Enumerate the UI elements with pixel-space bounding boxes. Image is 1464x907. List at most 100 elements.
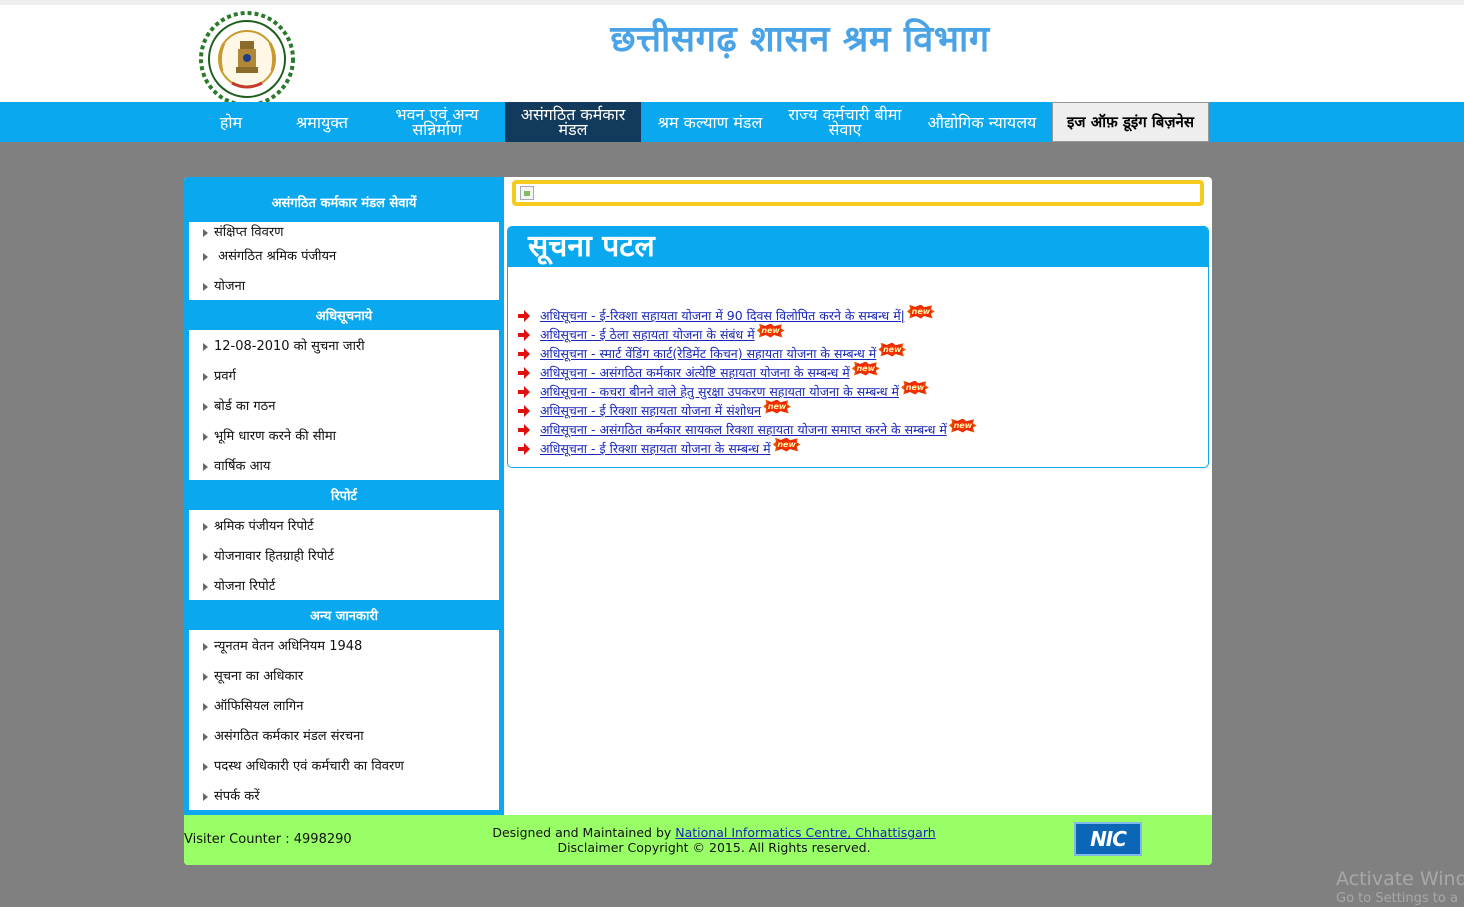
notice-item: अधिसूचना - ई-रिक्शा सहायता योजना में 90 … — [518, 304, 935, 324]
sidebar-heading-other-info: अन्य जानकारी — [309, 609, 379, 624]
nav-employee-insurance[interactable]: राज्य कर्मचारी बीमा सेवाए — [780, 102, 910, 142]
red-arrow-icon — [518, 328, 530, 341]
arrow-icon — [203, 463, 208, 471]
activate-windows-watermark: Activate Windo — [1336, 868, 1464, 890]
sidebar-item-official-login[interactable]: ऑफिसियल लागिन — [203, 696, 303, 714]
sidebar-item-contact[interactable]: संपर्क करें — [203, 786, 260, 804]
sidebar-item-category[interactable]: प्रवर्ग — [203, 366, 236, 384]
sidebar-item-minimum-wages[interactable]: न्यूनतम वेतन अधिनियम 1948 — [203, 636, 362, 654]
new-badge-icon: new — [901, 380, 930, 395]
nav-ease-of-doing-business[interactable]: इज ऑफ़ डूइंग बिज़नेस — [1052, 102, 1209, 142]
new-badge-icon: new — [851, 361, 880, 376]
site-title: छत्तीसगढ़ शासन श्रम विभाग — [610, 19, 990, 60]
red-arrow-icon — [518, 347, 530, 360]
sidebar-item-registration[interactable]: असंगठित श्रमिक पंजीयन — [203, 246, 336, 264]
new-badge-icon: new — [756, 323, 785, 338]
notice-board: सूचना पटल अधिसूचना - ई-रिक्शा सहायता योज… — [507, 226, 1209, 468]
banner-image-frame — [512, 180, 1204, 206]
header: छत्तीसगढ़ शासन श्रम विभाग — [0, 0, 1464, 107]
notice-link[interactable]: अधिसूचना - ई रिक्शा सहायता योजना के सम्ब… — [540, 440, 771, 457]
notice-item: अधिसूचना - असंगठित कर्मकार सायकल रिक्शा … — [518, 418, 977, 438]
arrow-icon — [203, 229, 208, 237]
sidebar-item-annual-income[interactable]: वार्षिक आय — [203, 456, 270, 474]
new-badge-icon: new — [906, 304, 935, 319]
disclaimer-text: Disclaimer Copyright © 2015. All Rights … — [557, 840, 871, 855]
red-arrow-icon — [518, 309, 530, 322]
footer: Visiter Counter : 4998290 Designed and M… — [184, 815, 1212, 865]
arrow-icon — [203, 643, 208, 651]
notice-link[interactable]: अधिसूचना - असंगठित कर्मकार सायकल रिक्शा … — [540, 421, 947, 438]
footer-credits: Designed and Maintained by National Info… — [484, 825, 944, 855]
nav-labour-welfare-board[interactable]: श्रम कल्याण मंडल — [648, 102, 772, 142]
nav-industrial-court[interactable]: औद्योगिक न्यायलय — [918, 102, 1046, 142]
notice-link[interactable]: अधिसूचना - ई-रिक्शा सहायता योजना में 90 … — [540, 307, 905, 324]
sidebar-item-scheme[interactable]: योजना — [203, 276, 245, 294]
sidebar-item-board-formation[interactable]: बोर्ड का गठन — [203, 396, 275, 414]
notice-link[interactable]: अधिसूचना - असंगठित कर्मकार अंत्येष्टि सह… — [540, 364, 850, 381]
sidebar-item-beneficiary-report[interactable]: योजनावार हितग्राही रिपोर्ट — [203, 546, 334, 564]
sidebar-list-services: संक्षिप्त विवरण असंगठित श्रमिक पंजीयन यो… — [189, 222, 499, 300]
red-arrow-icon — [518, 423, 530, 436]
new-badge-icon: new — [878, 342, 907, 357]
sidebar-item-board-structure[interactable]: असंगठित कर्मकार मंडल संरचना — [203, 726, 364, 744]
notice-item: अधिसूचना - ई रिक्शा सहायता योजना के सम्ब… — [518, 437, 801, 457]
arrow-icon — [203, 793, 208, 801]
arrow-icon — [203, 703, 208, 711]
sidebar-list-notifications: 12-08-2010 को सुचना जारी प्रवर्ग बोर्ड क… — [189, 330, 499, 480]
notice-link[interactable]: अधिसूचना - ई ठेला सहायता योजना के संबंध … — [540, 326, 755, 343]
notice-link[interactable]: अधिसूचना - कचरा बीनने वाले हेतु सुरक्षा … — [540, 383, 899, 400]
red-arrow-icon — [518, 442, 530, 455]
arrow-icon — [203, 673, 208, 681]
sidebar-list-reports: श्रमिक पंजीयन रिपोर्ट योजनावार हितग्राही… — [189, 510, 499, 600]
arrow-icon — [203, 763, 208, 771]
main-nav: होम श्रमायुक्त भवन एवं अन्य सन्निर्माण अ… — [0, 102, 1464, 142]
footer-designed-line: Designed and Maintained by National Info… — [484, 825, 944, 840]
state-emblem-icon — [199, 11, 295, 107]
arrow-icon — [203, 433, 208, 441]
notice-board-heading: सूचना पटल — [508, 227, 1208, 267]
sidebar-item-scheme-report[interactable]: योजना रिपोर्ट — [203, 576, 275, 594]
red-arrow-icon — [518, 366, 530, 379]
red-arrow-icon — [518, 404, 530, 417]
arrow-icon — [203, 403, 208, 411]
sidebar-item-notice-2010[interactable]: 12-08-2010 को सुचना जारी — [203, 336, 365, 354]
arrow-icon — [203, 583, 208, 591]
notice-link[interactable]: अधिसूचना - स्मार्ट वेंडिंग कार्ट(रेडिमें… — [540, 345, 876, 362]
new-badge-icon: new — [948, 418, 977, 433]
nic-logo[interactable]: NIC — [1074, 822, 1142, 856]
notice-item: अधिसूचना - असंगठित कर्मकार अंत्येष्टि सह… — [518, 361, 880, 381]
arrow-icon — [203, 343, 208, 351]
sidebar-item-staff-details[interactable]: पदस्थ अधिकारी एवं कर्मचारी का विवरण — [203, 756, 404, 774]
red-arrow-icon — [518, 385, 530, 398]
sidebar: असंगठित कर्मकार मंडल सेवायें संक्षिप्त व… — [184, 177, 504, 815]
notice-item: अधिसूचना - ई रिक्शा सहायता योजना में संश… — [518, 399, 792, 419]
visitor-counter: Visiter Counter : 4998290 — [184, 832, 352, 847]
activate-windows-settings-hint: Go to Settings to a — [1336, 891, 1458, 906]
designed-by-text: Designed and Maintained by — [492, 825, 676, 840]
nav-unorganised-workers-board[interactable]: असंगठित कर्मकार मंडल — [505, 102, 641, 142]
arrow-icon — [203, 283, 208, 291]
nav-home[interactable]: होम — [206, 102, 256, 142]
notice-item: अधिसूचना - स्मार्ट वेंडिंग कार्ट(रेडिमें… — [518, 342, 907, 362]
sidebar-list-other-info: न्यूनतम वेतन अधिनियम 1948 सूचना का अधिका… — [189, 630, 499, 810]
new-badge-icon: new — [763, 399, 792, 414]
sidebar-item-land-limit[interactable]: भूमि धारण करने की सीमा — [203, 426, 336, 444]
sidebar-item-brief[interactable]: संक्षिप्त विवरण — [203, 222, 284, 240]
arrow-icon — [203, 373, 208, 381]
sidebar-heading-services: असंगठित कर्मकार मंडल सेवायें — [271, 196, 417, 211]
arrow-icon — [203, 733, 208, 741]
sidebar-heading-reports: रिपोर्ट — [331, 489, 357, 504]
new-badge-icon: new — [772, 437, 801, 452]
nav-labour-commissioner[interactable]: श्रमायुक्त — [282, 102, 362, 142]
arrow-icon — [203, 553, 208, 561]
sidebar-heading-notifications: अधिसूचनाये — [315, 309, 373, 324]
arrow-icon — [203, 253, 208, 261]
arrow-icon — [203, 523, 208, 531]
notice-link[interactable]: अधिसूचना - ई रिक्शा सहायता योजना में संश… — [540, 402, 761, 419]
sidebar-item-registration-report[interactable]: श्रमिक पंजीयन रिपोर्ट — [203, 516, 314, 534]
notice-item: अधिसूचना - कचरा बीनने वाले हेतु सुरक्षा … — [518, 380, 930, 400]
sidebar-item-rti[interactable]: सूचना का अधिकार — [203, 666, 303, 684]
nic-link[interactable]: National Informatics Centre, Chhattisgar… — [675, 825, 935, 840]
notice-item: अधिसूचना - ई ठेला सहायता योजना के संबंध … — [518, 323, 785, 343]
nav-building-construction[interactable]: भवन एवं अन्य सन्निर्माण — [388, 102, 486, 142]
